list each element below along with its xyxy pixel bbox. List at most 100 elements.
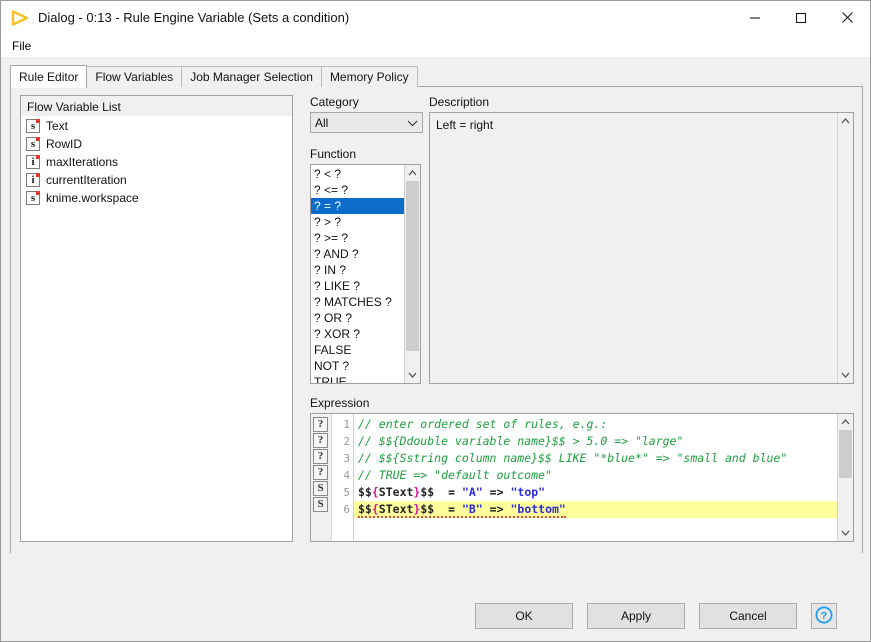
scroll-track[interactable] (838, 430, 853, 525)
code-line-text: // enter ordered set of rules, e.g.: (358, 417, 608, 431)
function-item[interactable]: ? <= ? (311, 182, 404, 198)
function-item[interactable]: ? OR ? (311, 310, 404, 326)
list-item[interactable]: s RowID (21, 135, 292, 153)
tab-job-manager-selection[interactable]: Job Manager Selection (181, 66, 322, 87)
function-item[interactable]: ? > ? (311, 214, 404, 230)
function-list[interactable]: ? < ? ? <= ? ? = ? ? > ? ? >= ? ? AND ? … (311, 165, 404, 383)
flow-variable-list[interactable]: s Text s RowID i maxIterations i current… (21, 116, 292, 207)
function-item[interactable]: ? IN ? (311, 262, 404, 278)
description-box: Left = right (429, 112, 854, 384)
function-item[interactable]: ? >= ? (311, 230, 404, 246)
function-item-selected[interactable]: ? = ? (311, 198, 404, 214)
code-line[interactable]: // $${Ddouble variable name}$$ > 5.0 => … (354, 433, 837, 450)
category-label: Category (310, 95, 359, 109)
description-label: Description (429, 95, 490, 109)
dialog-window: Dialog - 0:13 - Rule Engine Variable (Se… (0, 0, 871, 642)
line-number: 5 (343, 486, 350, 499)
function-item[interactable]: ? MATCHES ? (311, 294, 404, 310)
menu-item-file[interactable]: File (4, 37, 39, 55)
category-value: All (315, 115, 329, 130)
comment-marker-icon: ? (313, 465, 328, 480)
scroll-track[interactable] (405, 181, 420, 367)
ok-button[interactable]: OK (475, 603, 573, 629)
tab-strip: Rule Editor Flow Variables Job Manager S… (10, 65, 418, 88)
line-number: 3 (343, 452, 350, 465)
comment-marker-icon: ? (313, 417, 328, 432)
comment-marker-icon: ? (313, 449, 328, 464)
dialog-buttons: OK Apply Cancel ? (475, 603, 837, 629)
function-item[interactable]: ? XOR ? (311, 326, 404, 342)
line-number: 1 (343, 418, 350, 431)
list-item-label: RowID (46, 137, 83, 151)
minimize-button[interactable] (732, 1, 778, 34)
description-text: Left = right (436, 118, 494, 132)
cancel-button[interactable]: Cancel (699, 603, 797, 629)
list-item[interactable]: i maxIterations (21, 153, 292, 171)
list-item-label: knime.workspace (46, 191, 139, 205)
integer-type-icon: i (26, 173, 40, 187)
tab-rule-editor[interactable]: Rule Editor (10, 65, 88, 88)
comment-marker-icon: ? (313, 433, 328, 448)
expression-label: Expression (310, 396, 370, 410)
scroll-down-icon[interactable] (838, 367, 853, 383)
code-line-text: // TRUE => "default outcome" (358, 468, 552, 482)
list-item[interactable]: s knime.workspace (21, 189, 292, 207)
list-item-label: currentIteration (46, 173, 127, 187)
tab-flow-variables[interactable]: Flow Variables (86, 66, 183, 87)
string-type-icon: s (26, 191, 40, 205)
code-line[interactable]: $${SText}$$ = "A" => "top" (354, 484, 837, 501)
list-item[interactable]: s Text (21, 117, 292, 135)
menu-bar: File (1, 34, 870, 57)
line-numbers: 1 2 3 4 5 6 (332, 414, 354, 541)
scroll-track[interactable] (838, 129, 853, 367)
scroll-thumb[interactable] (406, 181, 419, 351)
function-item[interactable]: FALSE (311, 342, 404, 358)
code-line-text: $${SText}$$ = "B" => "bottom" (358, 502, 566, 518)
close-button[interactable] (824, 1, 870, 34)
tab-memory-policy[interactable]: Memory Policy (320, 66, 418, 87)
description-scrollbar[interactable] (837, 113, 853, 383)
list-item-label: Text (46, 119, 69, 133)
string-type-icon: s (26, 119, 40, 133)
code-line[interactable]: // enter ordered set of rules, e.g.: (354, 416, 837, 433)
function-list-scrollbar[interactable] (404, 165, 420, 383)
scroll-down-icon[interactable] (405, 367, 420, 383)
apply-button[interactable]: Apply (587, 603, 685, 629)
rule-editor-panel: Flow Variable List s Text s RowID i maxI (10, 86, 863, 603)
function-item[interactable]: NOT ? (311, 358, 404, 374)
code-line-text: $${SText}$$ = "A" => "top" (358, 485, 546, 499)
list-item[interactable]: i currentIteration (21, 171, 292, 189)
scroll-up-icon[interactable] (838, 113, 853, 129)
expression-editor[interactable]: ? ? ? ? S S 1 2 3 4 5 6 // enter ordered… (310, 413, 854, 542)
maximize-button[interactable] (778, 1, 824, 34)
expression-scrollbar[interactable] (837, 414, 853, 541)
function-item[interactable]: ? < ? (311, 166, 404, 182)
window-controls (732, 1, 870, 34)
help-circle-icon: ? (815, 606, 833, 627)
code-line[interactable]: // $${Sstring column name}$$ LIKE "*blue… (354, 450, 837, 467)
scroll-thumb[interactable] (839, 430, 852, 478)
function-item[interactable]: ? AND ? (311, 246, 404, 262)
right-pane: Category All Function ? < ? ? <= ? ? = ?… (305, 95, 854, 542)
scroll-up-icon[interactable] (405, 165, 420, 181)
dialog-content: Rule Editor Flow Variables Job Manager S… (1, 57, 870, 641)
code-line-active[interactable]: $${SText}$$ = "B" => "bottom" (354, 501, 837, 518)
line-number: 4 (343, 469, 350, 482)
chevron-down-icon (407, 116, 418, 130)
flow-variable-list-box: Flow Variable List s Text s RowID i maxI (20, 95, 293, 542)
scroll-down-icon[interactable] (838, 525, 853, 541)
code-line[interactable]: // TRUE => "default outcome" (354, 467, 837, 484)
integer-type-icon: i (26, 155, 40, 169)
expression-code[interactable]: // enter ordered set of rules, e.g.: // … (354, 414, 837, 541)
function-item[interactable]: ? LIKE ? (311, 278, 404, 294)
line-number: 6 (343, 503, 350, 516)
scroll-up-icon[interactable] (838, 414, 853, 430)
help-button[interactable]: ? (811, 603, 837, 629)
window-title: Dialog - 0:13 - Rule Engine Variable (Se… (38, 10, 350, 25)
code-line-text: // $${Ddouble variable name}$$ > 5.0 => … (358, 434, 684, 448)
function-item[interactable]: TRUE (311, 374, 404, 383)
function-label: Function (310, 147, 357, 161)
pane-splitter[interactable] (297, 95, 303, 542)
category-dropdown[interactable]: All (310, 112, 423, 133)
function-list-box: ? < ? ? <= ? ? = ? ? > ? ? >= ? ? AND ? … (310, 164, 421, 384)
